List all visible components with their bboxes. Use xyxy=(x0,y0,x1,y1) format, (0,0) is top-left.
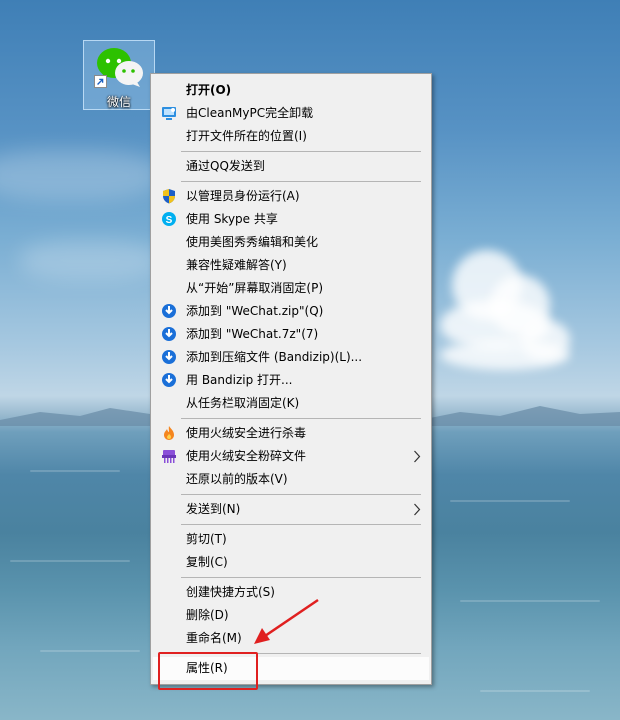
menu-item-compatibility-troubleshoot[interactable]: 兼容性疑难解答(Y) xyxy=(153,254,429,277)
menu-item-label: 用 Bandizip 打开... xyxy=(186,373,293,387)
chevron-right-icon xyxy=(414,450,421,463)
uac-shield-icon xyxy=(163,189,175,204)
svg-text:S: S xyxy=(166,215,173,226)
menu-item-open-file-location[interactable]: 打开文件所在的位置(I) xyxy=(153,125,429,148)
huorong-shredder-icon xyxy=(162,450,176,463)
menu-item-label: 使用美图秀秀编辑和美化 xyxy=(186,235,319,249)
menu-item-unpin-from-start[interactable]: 从“开始”屏幕取消固定(P) xyxy=(153,277,429,300)
menu-item-run-as-admin[interactable]: 以管理员身份运行(A) xyxy=(153,185,429,208)
wave xyxy=(30,470,120,472)
chevron-right-icon xyxy=(414,503,421,516)
menu-item-share-skype[interactable]: S 使用 Skype 共享 xyxy=(153,208,429,231)
bandizip-icon xyxy=(162,373,176,387)
skype-icon: S xyxy=(162,212,176,226)
cleanmypc-icon xyxy=(162,107,176,120)
desktop-icon-label: 微信 xyxy=(106,95,131,109)
menu-item-label: 还原以前的版本(V) xyxy=(186,472,288,486)
menu-separator xyxy=(181,418,421,419)
menu-item-add-to-7z[interactable]: 添加到 "WeChat.7z"(7) xyxy=(153,323,429,346)
menu-separator xyxy=(181,181,421,182)
menu-item-label: 添加到 "WeChat.7z"(7) xyxy=(186,327,319,341)
menu-item-label: 使用火绒安全粉碎文件 xyxy=(186,449,307,463)
bandizip-icon xyxy=(162,304,176,318)
menu-item-label: 打开(O) xyxy=(186,83,232,97)
bandizip-icon xyxy=(162,350,176,364)
menu-item-label: 通过QQ发送到 xyxy=(186,159,265,173)
menu-item-label: 从“开始”屏幕取消固定(P) xyxy=(186,281,324,295)
menu-item-send-to[interactable]: 发送到(N) xyxy=(153,498,429,521)
shortcut-arrow-icon xyxy=(94,75,107,88)
menu-item-huorong-scan[interactable]: 使用火绒安全进行杀毒 xyxy=(153,422,429,445)
menu-item-unpin-from-taskbar[interactable]: 从任务栏取消固定(K) xyxy=(153,392,429,415)
cloud xyxy=(440,340,570,370)
menu-item-label: 打开文件所在的位置(I) xyxy=(186,129,307,143)
menu-separator xyxy=(181,151,421,152)
sky-haze xyxy=(0,150,160,200)
wave xyxy=(10,560,130,562)
menu-item-restore-previous-versions[interactable]: 还原以前的版本(V) xyxy=(153,468,429,491)
menu-item-label: 从任务栏取消固定(K) xyxy=(186,396,300,410)
menu-separator xyxy=(181,577,421,578)
wave xyxy=(460,600,600,602)
menu-item-label: 使用 Skype 共享 xyxy=(186,212,278,226)
menu-item-label: 删除(D) xyxy=(186,608,229,622)
desktop-shortcut-wechat[interactable]: 微信 xyxy=(83,40,155,110)
menu-item-label: 添加到 "WeChat.zip"(Q) xyxy=(186,304,324,318)
menu-item-add-to-archive-bandizip[interactable]: 添加到压缩文件 (Bandizip)(L)... xyxy=(153,346,429,369)
huorong-flame-icon xyxy=(164,426,174,440)
menu-item-label: 重命名(M) xyxy=(186,631,242,645)
menu-item-create-shortcut[interactable]: 创建快捷方式(S) xyxy=(153,581,429,604)
menu-item-label: 复制(C) xyxy=(186,555,228,569)
context-menu: 打开(O) 由CleanMyPC完全卸载 打开文件所在的位置(I) 通过QQ发送… xyxy=(150,73,432,685)
highlight-annotation-box xyxy=(158,652,258,690)
bandizip-icon xyxy=(162,327,176,341)
menu-item-cut[interactable]: 剪切(T) xyxy=(153,528,429,551)
menu-item-send-via-qq[interactable]: 通过QQ发送到 xyxy=(153,155,429,178)
wave xyxy=(40,650,140,652)
menu-item-label: 添加到压缩文件 (Bandizip)(L)... xyxy=(186,350,363,364)
wave xyxy=(450,500,570,502)
menu-item-label: 以管理员身份运行(A) xyxy=(186,189,300,203)
menu-item-label: 使用火绒安全进行杀毒 xyxy=(186,426,307,440)
sky-haze xyxy=(20,240,160,280)
menu-item-label: 由CleanMyPC完全卸载 xyxy=(186,106,314,120)
menu-item-copy[interactable]: 复制(C) xyxy=(153,551,429,574)
menu-item-meitu-edit[interactable]: 使用美图秀秀编辑和美化 xyxy=(153,231,429,254)
menu-item-delete[interactable]: 删除(D) xyxy=(153,604,429,627)
menu-item-label: 创建快捷方式(S) xyxy=(186,585,275,599)
menu-item-rename[interactable]: 重命名(M) xyxy=(153,627,429,650)
menu-item-huorong-shred[interactable]: 使用火绒安全粉碎文件 xyxy=(153,445,429,468)
menu-item-label: 剪切(T) xyxy=(186,532,227,546)
wave xyxy=(480,690,590,692)
menu-item-label: 兼容性疑难解答(Y) xyxy=(186,258,287,272)
menu-item-open-with-bandizip[interactable]: 用 Bandizip 打开... xyxy=(153,369,429,392)
menu-item-label: 发送到(N) xyxy=(186,502,241,516)
menu-separator xyxy=(181,494,421,495)
menu-separator xyxy=(181,524,421,525)
menu-item-add-to-zip[interactable]: 添加到 "WeChat.zip"(Q) xyxy=(153,300,429,323)
menu-item-cleanmypc-uninstall[interactable]: 由CleanMyPC完全卸载 xyxy=(153,102,429,125)
menu-item-open[interactable]: 打开(O) xyxy=(153,79,429,102)
